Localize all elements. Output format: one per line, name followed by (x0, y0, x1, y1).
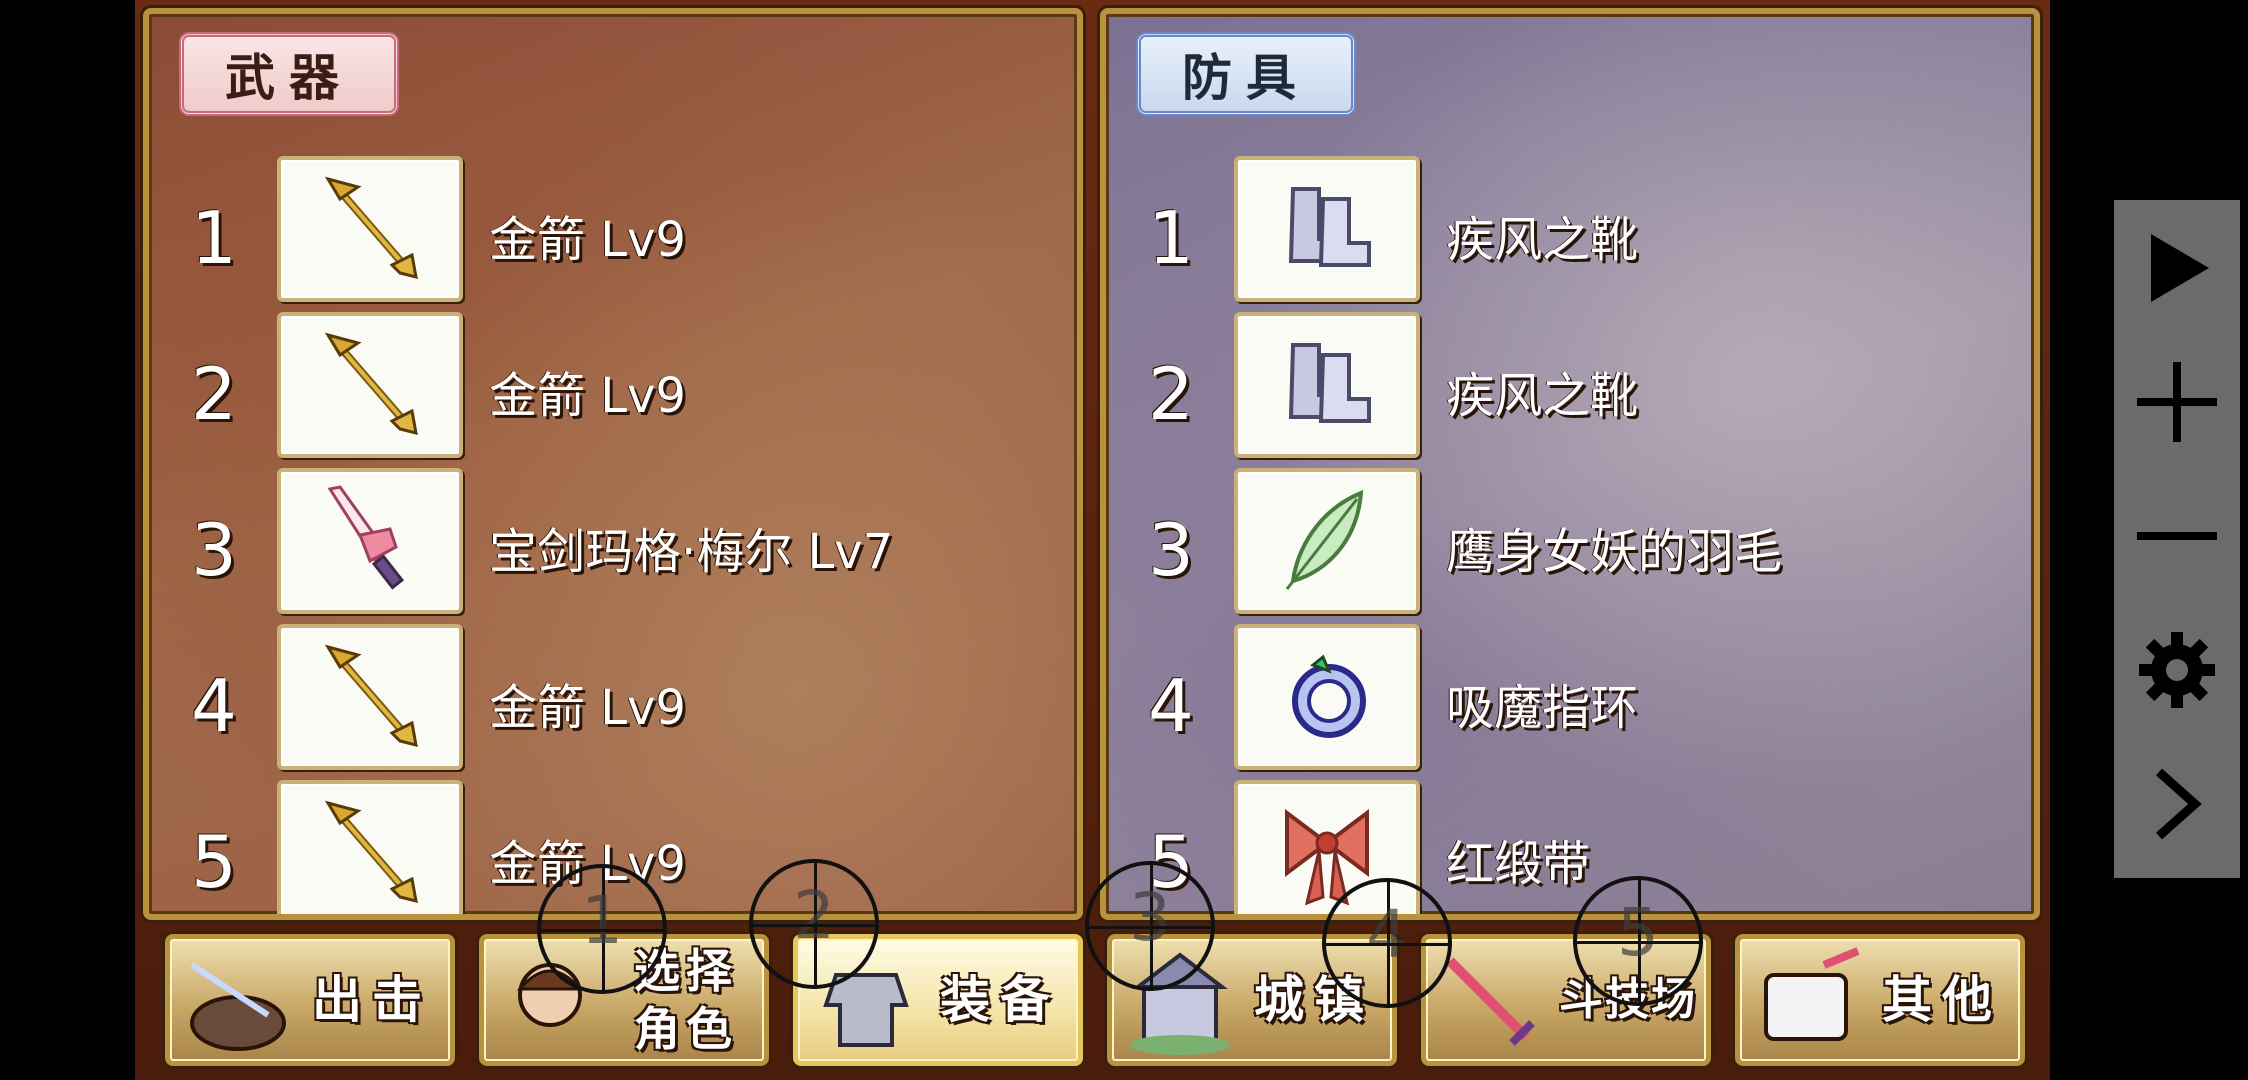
weapon-name: 金箭 Lv9 (489, 368, 686, 424)
weapon-slot-2[interactable]: 2 金箭 Lv9 (149, 312, 1069, 460)
armor-slot-5[interactable]: 5 红缎带 (1106, 780, 2026, 914)
scroll-icon (1764, 947, 1860, 1041)
slot-number: 1 (1148, 196, 1194, 280)
boots-icon (1234, 312, 1420, 458)
zoom-in-button[interactable] (2114, 342, 2240, 462)
slot-number: 1 (191, 196, 237, 280)
armor-name: 吸魔指环 (1446, 680, 1639, 736)
chevron-right-icon (2156, 768, 2202, 840)
sortie-icon (190, 962, 286, 1051)
slot-number: 2 (1148, 352, 1194, 436)
golden-arrow-icon (277, 156, 463, 302)
weapons-panel: 武器 1 金箭 Lv9 2 金箭 Lv9 3 宝剑玛格·梅尔 Lv7 4 金箭 … (143, 8, 1083, 920)
feather-icon (1234, 468, 1420, 614)
overlay-marker-4[interactable]: 4 (1322, 878, 1452, 1008)
armor-name: 疾风之靴 (1446, 368, 1639, 424)
weapons-title: 武器 (179, 32, 399, 116)
sword-icon (1446, 957, 1535, 1046)
plus-icon (2137, 362, 2217, 442)
armor-slot-3[interactable]: 3 鹰身女妖的羽毛 (1106, 468, 2026, 616)
armor-slot-4[interactable]: 4 吸魔指环 (1106, 624, 2026, 772)
armor-slot-2[interactable]: 2 疾风之靴 (1106, 312, 2026, 460)
play-button[interactable] (2114, 208, 2240, 328)
slot-number: 4 (191, 664, 237, 748)
pink-sword-icon (277, 468, 463, 614)
golden-arrow-icon (277, 780, 463, 914)
gear-icon (2139, 632, 2215, 708)
slot-number: 4 (1148, 664, 1194, 748)
weapon-slot-4[interactable]: 4 金箭 Lv9 (149, 624, 1069, 772)
overlay-marker-2[interactable]: 2 (749, 859, 879, 989)
next-button[interactable] (2114, 744, 2240, 864)
settings-button[interactable] (2114, 610, 2240, 730)
armor-title: 防具 (1136, 32, 1356, 116)
golden-arrow-icon (277, 312, 463, 458)
armor-name: 疾风之靴 (1446, 212, 1639, 268)
zoom-out-button[interactable] (2114, 476, 2240, 596)
armor-slot-1[interactable]: 1 疾风之靴 (1106, 156, 2026, 304)
overlay-marker-1[interactable]: 1 (537, 864, 667, 994)
slot-number: 2 (191, 352, 237, 436)
tab-label: 装备 (940, 971, 1060, 1029)
slot-number: 3 (191, 508, 237, 592)
slot-number: 5 (191, 820, 237, 904)
tab-sortie[interactable]: 出击 (165, 934, 455, 1066)
weapon-slot-1[interactable]: 1 金箭 Lv9 (149, 156, 1069, 304)
boots-icon (1234, 156, 1420, 302)
side-control-bar (2114, 200, 2240, 878)
armor-name: 红缎带 (1446, 836, 1591, 892)
weapon-name: 宝剑玛格·梅尔 Lv7 (489, 524, 894, 580)
weapon-slot-3[interactable]: 3 宝剑玛格·梅尔 Lv7 (149, 468, 1069, 616)
overlay-marker-3[interactable]: 3 (1085, 861, 1215, 991)
weapon-name: 金箭 Lv9 (489, 680, 686, 736)
ring-icon (1234, 624, 1420, 770)
golden-arrow-icon (277, 624, 463, 770)
slot-number: 3 (1148, 508, 1194, 592)
weapon-name: 金箭 Lv9 (489, 212, 686, 268)
tab-label: 其他 (1882, 971, 2002, 1029)
armor-panel: 防具 1 疾风之靴 2 疾风之靴 3 鹰身女妖的羽毛 4 吸魔指环 5 红缎带 (1100, 8, 2040, 920)
play-icon (2151, 234, 2209, 302)
overlay-marker-5[interactable]: 5 (1573, 876, 1703, 1006)
armor-name: 鹰身女妖的羽毛 (1446, 524, 1783, 580)
minus-icon (2137, 532, 2217, 540)
tab-label: 出击 (312, 971, 432, 1029)
tab-other[interactable]: 其他 (1735, 934, 2025, 1066)
